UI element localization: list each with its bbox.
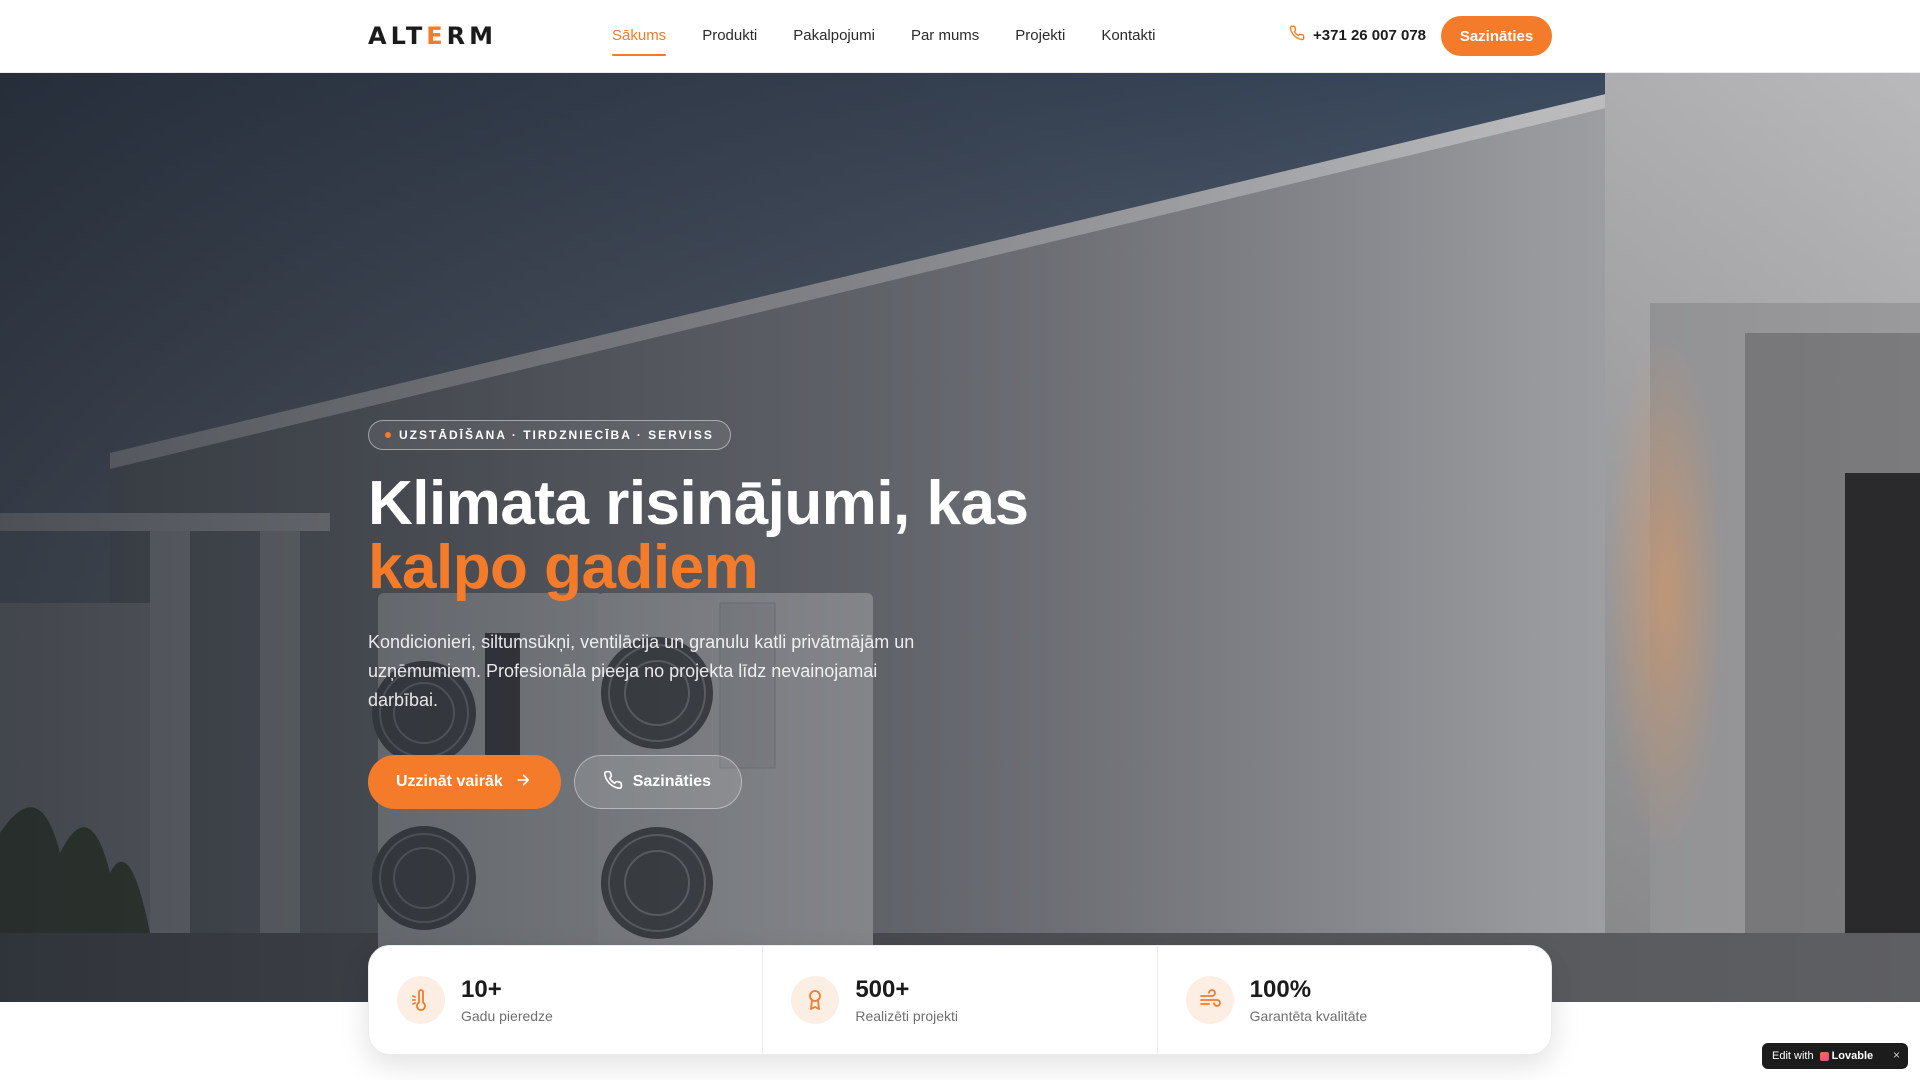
nav-item-par-mums[interactable]: Par mums xyxy=(911,0,979,73)
stat-value: 10+ xyxy=(461,976,502,1003)
phone-icon xyxy=(603,770,633,795)
badge-text: UZSTĀDĪŠANA · TIRDZNIECĪBA · SERVISS xyxy=(399,428,714,442)
stat-text: 10+ Gadu pieredze xyxy=(461,976,553,1024)
logo-accent: E xyxy=(426,22,447,50)
header-contact-button[interactable]: Sazināties xyxy=(1441,16,1552,56)
logo-suffix: RM xyxy=(446,22,498,50)
header-phone-link[interactable]: +371 26 007 078 xyxy=(1289,25,1426,45)
stat-label: Realizēti projekti xyxy=(855,1008,959,1024)
stat-item: 100% Garantēta kvalitāte xyxy=(1158,946,1551,1054)
stat-text: 500+ Realizēti projekti xyxy=(855,976,958,1024)
stat-label: Garantēta kvalitāte xyxy=(1249,1008,1368,1024)
headline-line-1: Klimata risinājumi, kas xyxy=(368,469,1029,538)
wind-icon xyxy=(1185,976,1234,1024)
main-nav: Sākums Produkti Pakalpojumi Par mums Pro… xyxy=(612,0,1192,73)
hero-actions: Uzzināt vairāk Sazināties xyxy=(368,755,1068,809)
hero-contact-button[interactable]: Sazināties xyxy=(573,755,742,809)
stat-item: 500+ Realizēti projekti xyxy=(763,946,1158,1054)
phone-icon xyxy=(1289,25,1313,45)
hero-lead: Kondicionieri, siltumsūkņi, ventilācija … xyxy=(368,632,915,710)
hero-contact-label: Sazināties xyxy=(632,773,711,790)
hero-headline: Klimata risinājumi, kas kalpo gadiem xyxy=(368,472,1068,600)
stat-item: 10+ Gadu pieredze xyxy=(369,946,764,1054)
learn-more-label: Uzzināt vairāk xyxy=(396,773,503,790)
lovable-logo-icon xyxy=(1819,1051,1829,1061)
logo[interactable]: ALTERM xyxy=(368,22,497,50)
hero-content: UZSTĀDĪŠANA · TIRDZNIECĪBA · SERVISS Kli… xyxy=(368,420,1068,809)
services-badge: UZSTĀDĪŠANA · TIRDZNIECĪBA · SERVISS xyxy=(368,420,731,450)
edit-with-lovable-badge[interactable]: Edit with Lovable × xyxy=(1762,1043,1908,1069)
stats-card: 10+ Gadu pieredze 500+ Realizēti projekt… xyxy=(368,945,1552,1055)
nav-item-sakums[interactable]: Sākums xyxy=(612,0,667,73)
lovable-brand: Lovable xyxy=(1819,1050,1874,1062)
site-header: ALTERM Sākums Produkti Pakalpojumi Par m… xyxy=(0,0,1920,73)
stat-value: 100% xyxy=(1249,976,1312,1003)
learn-more-button[interactable]: Uzzināt vairāk xyxy=(368,755,561,809)
close-icon[interactable]: × xyxy=(1893,1048,1900,1062)
headline-line-2: kalpo gadiem xyxy=(368,533,759,602)
award-icon xyxy=(791,976,840,1024)
nav-item-kontakti[interactable]: Kontakti xyxy=(1101,0,1155,73)
stat-label: Gadu pieredze xyxy=(461,1008,553,1024)
nav-item-produkti[interactable]: Produkti xyxy=(702,0,757,73)
logo-prefix: ALT xyxy=(368,22,427,50)
nav-item-pakalpojumi[interactable]: Pakalpojumi xyxy=(793,0,875,73)
stat-value: 500+ xyxy=(855,976,910,1003)
badge-dot-icon xyxy=(385,432,391,438)
nav-item-projekti[interactable]: Projekti xyxy=(1015,0,1065,73)
arrow-right-icon xyxy=(503,772,531,793)
stat-text: 100% Garantēta kvalitāte xyxy=(1250,976,1368,1024)
phone-number: +371 26 007 078 xyxy=(1313,26,1427,44)
page: ALTERM Sākums Produkti Pakalpojumi Par m… xyxy=(0,0,1920,1080)
hero-section: UZSTĀDĪŠANA · TIRDZNIECĪBA · SERVISS Kli… xyxy=(0,73,1920,1002)
lovable-prefix: Edit with xyxy=(1772,1050,1814,1062)
lovable-brand-label: Lovable xyxy=(1831,1050,1874,1062)
thermometer-icon xyxy=(397,976,445,1024)
